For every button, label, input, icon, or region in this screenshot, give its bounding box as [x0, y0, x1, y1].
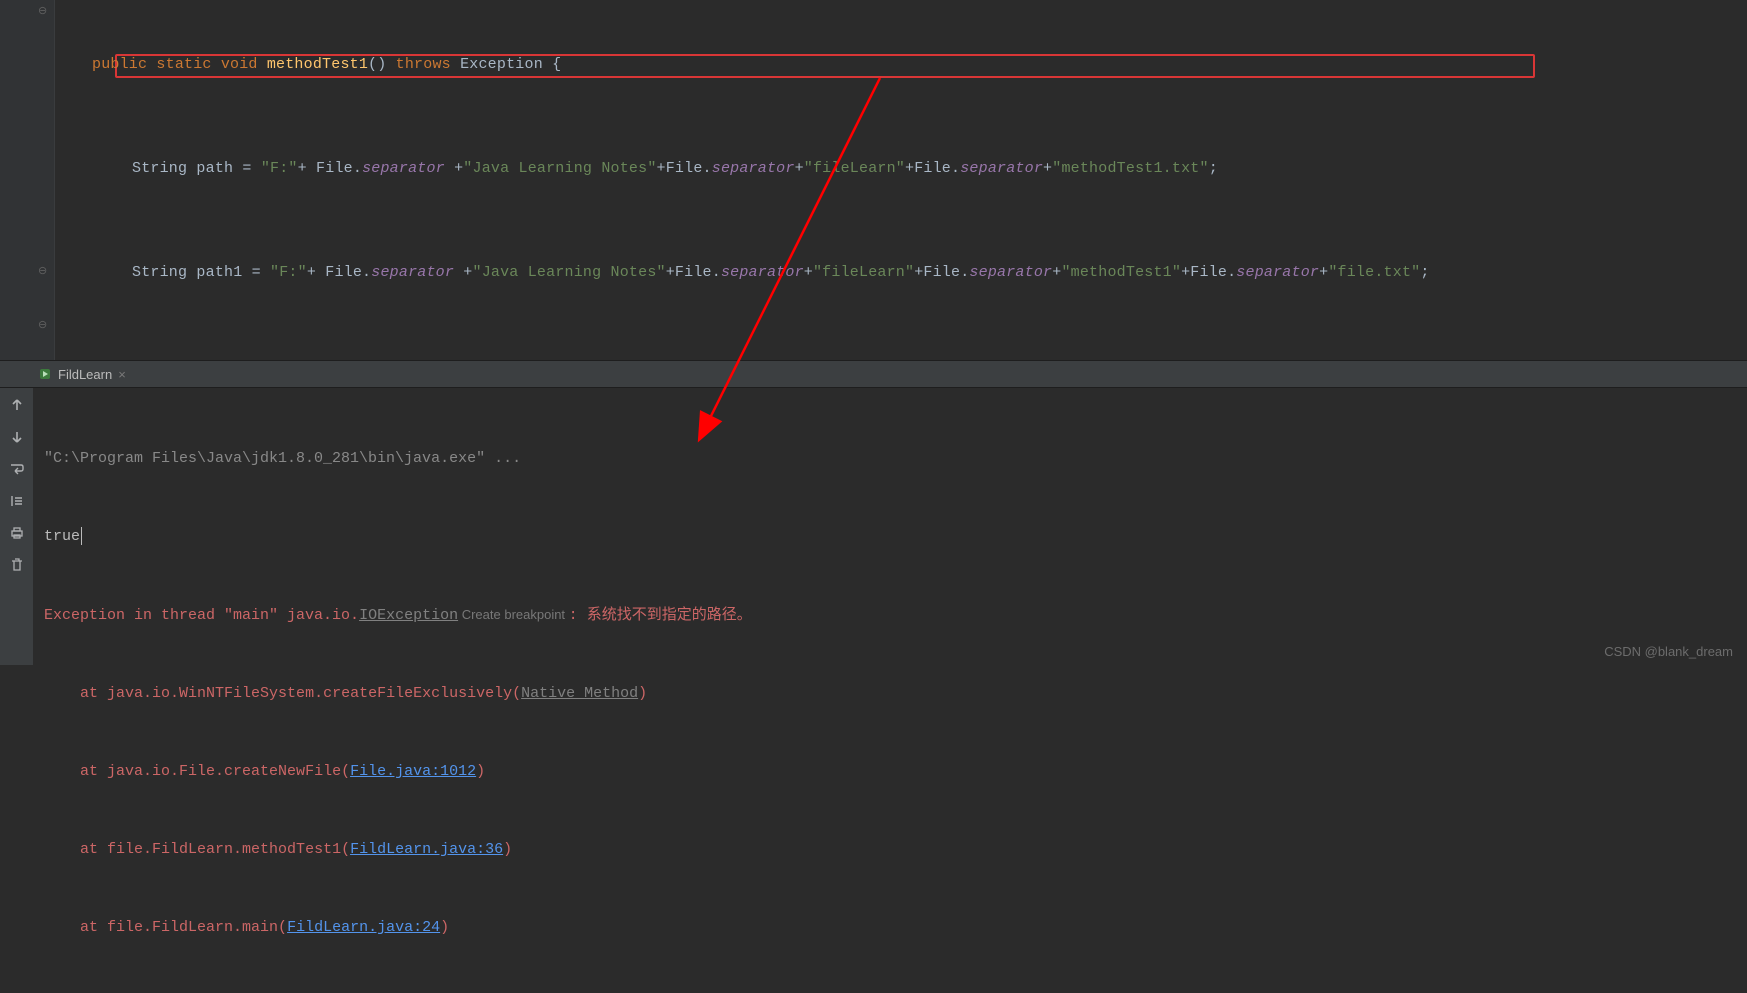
scroll-to-end-icon[interactable] — [6, 490, 28, 512]
field: separator — [721, 264, 804, 281]
op: + — [1043, 160, 1052, 177]
stack-frame: java.io.File.createNewFile( — [107, 763, 350, 780]
brace: { — [552, 56, 561, 73]
field: separator — [371, 264, 454, 281]
decl: String path1 = — [132, 264, 270, 281]
exception-prefix: Exception in thread "main" java.io. — [44, 607, 359, 624]
stack-frame: file.FildLearn.methodTest1( — [107, 841, 350, 858]
string: "Java Learning Notes" — [473, 264, 666, 281]
console-text: true — [44, 528, 80, 545]
down-arrow-icon[interactable] — [6, 426, 28, 448]
stack-native-link[interactable]: Native Method — [521, 685, 638, 702]
exc-colon: : — [569, 607, 587, 624]
code-editor[interactable]: ⊖ ⊖ ⊖ public static void methodTest1() t… — [0, 0, 1747, 360]
string: "fileLearn" — [813, 264, 914, 281]
string: "F:" — [261, 160, 298, 177]
stack-source-link[interactable]: FildLearn.java:24 — [287, 919, 440, 936]
string: "methodTest1.txt" — [1052, 160, 1208, 177]
op: +File. — [905, 160, 960, 177]
op: +File. — [1181, 264, 1236, 281]
op: +File. — [657, 160, 712, 177]
stack-at: at — [80, 685, 107, 702]
semi: ; — [1209, 160, 1218, 177]
string: "file.txt" — [1328, 264, 1420, 281]
stack-at: at — [80, 919, 107, 936]
stack-frame: java.io.WinNTFileSystem.createFileExclus… — [107, 685, 521, 702]
field: separator — [969, 264, 1052, 281]
stack-at: at — [80, 763, 107, 780]
console-tab-bar: FildLearn × — [0, 360, 1747, 388]
watermark: CSDN @blank_dream — [1604, 644, 1733, 659]
code-content[interactable]: public static void methodTest1() throws … — [60, 0, 1747, 360]
op: + — [795, 160, 804, 177]
keyword: public static void — [92, 56, 267, 73]
stack-close: ) — [638, 685, 647, 702]
method-name: methodTest1 — [267, 56, 368, 73]
expand-icon[interactable]: ⊖ — [38, 266, 50, 278]
stack-at: at — [80, 841, 107, 858]
create-breakpoint-hint[interactable]: Create breakpoint — [458, 607, 569, 622]
string: "F:" — [270, 264, 307, 281]
op: + — [1319, 264, 1328, 281]
keyword: throws — [396, 56, 460, 73]
stack-frame: file.FildLearn.main( — [107, 919, 287, 936]
field: separator — [960, 160, 1043, 177]
op: +File. — [914, 264, 969, 281]
editor-gutter: ⊖ ⊖ ⊖ — [0, 0, 55, 360]
parens: () — [368, 56, 396, 73]
stack-close: ) — [476, 763, 485, 780]
op: +File. — [666, 264, 721, 281]
close-icon[interactable]: × — [118, 367, 126, 382]
console-panel: "C:\Program Files\Java\jdk1.8.0_281\bin\… — [0, 388, 1747, 665]
type: Exception — [460, 56, 552, 73]
op: + — [804, 264, 813, 281]
op: + File. — [298, 160, 362, 177]
field: separator — [712, 160, 795, 177]
collapse-icon[interactable]: ⊖ — [38, 6, 50, 18]
print-icon[interactable] — [6, 522, 28, 544]
semi: ; — [1420, 264, 1429, 281]
stack-source-link[interactable]: FildLearn.java:36 — [350, 841, 503, 858]
op: + File. — [307, 264, 371, 281]
console-cmd: "C:\Program Files\Java\jdk1.8.0_281\bin\… — [44, 450, 521, 467]
op: + — [454, 264, 472, 281]
console-toolbar — [0, 388, 34, 665]
stack-close: ) — [503, 841, 512, 858]
decl: String path = — [132, 160, 261, 177]
soft-wrap-icon[interactable] — [6, 458, 28, 480]
run-config-icon — [38, 367, 52, 381]
field: separator — [362, 160, 445, 177]
collapse-icon[interactable]: ⊖ — [38, 320, 50, 332]
up-arrow-icon[interactable] — [6, 394, 28, 416]
text-caret — [81, 527, 82, 545]
op: + — [445, 160, 463, 177]
string: "Java Learning Notes" — [463, 160, 656, 177]
field: separator — [1236, 264, 1319, 281]
trash-icon[interactable] — [6, 554, 28, 576]
stack-close: ) — [440, 919, 449, 936]
exception-message: 系统找不到指定的路径。 — [587, 607, 752, 624]
exception-class-link[interactable]: IOException — [359, 607, 458, 624]
console-output[interactable]: "C:\Program Files\Java\jdk1.8.0_281\bin\… — [34, 388, 1747, 665]
console-tab-label: FildLearn — [58, 367, 112, 382]
string: "fileLearn" — [804, 160, 905, 177]
string: "methodTest1" — [1061, 264, 1181, 281]
stack-source-link[interactable]: File.java:1012 — [350, 763, 476, 780]
console-tab[interactable]: FildLearn × — [30, 364, 134, 385]
